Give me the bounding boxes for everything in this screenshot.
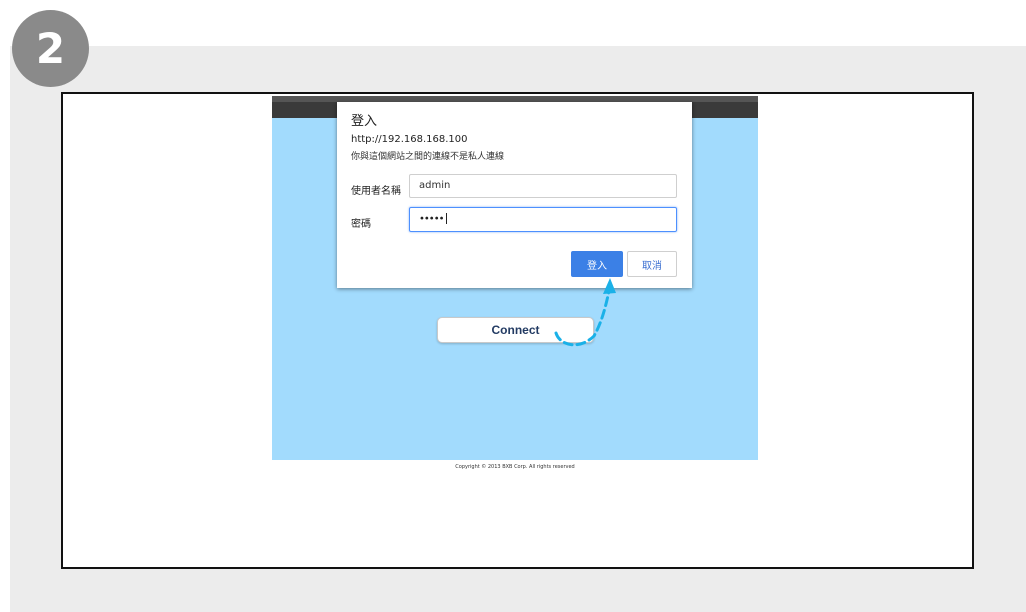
password-input[interactable]: ••••• <box>409 207 677 232</box>
username-input[interactable]: admin <box>409 174 677 198</box>
password-label: 密碼 <box>351 219 371 230</box>
password-value: ••••• <box>419 213 444 225</box>
dialog-title: 登入 <box>351 114 378 129</box>
cancel-button[interactable]: 取消 <box>627 251 677 277</box>
copyright-text: Copyright © 2013 BXB Corp. All rights re… <box>455 464 575 470</box>
connection-warning: 你與這個網站之間的連線不是私人連線 <box>351 152 505 162</box>
text-caret <box>445 213 447 224</box>
username-value: admin <box>419 180 451 191</box>
login-button[interactable]: 登入 <box>571 251 623 277</box>
connect-button[interactable]: Connect <box>437 317 594 343</box>
dialog-url: http://192.168.168.100 <box>351 134 468 145</box>
username-label: 使用者名稱 <box>351 186 401 197</box>
login-dialog: 登入 http://192.168.168.100 你與這個網站之間的連線不是私… <box>337 102 692 288</box>
step-number-badge: 2 <box>12 10 89 87</box>
